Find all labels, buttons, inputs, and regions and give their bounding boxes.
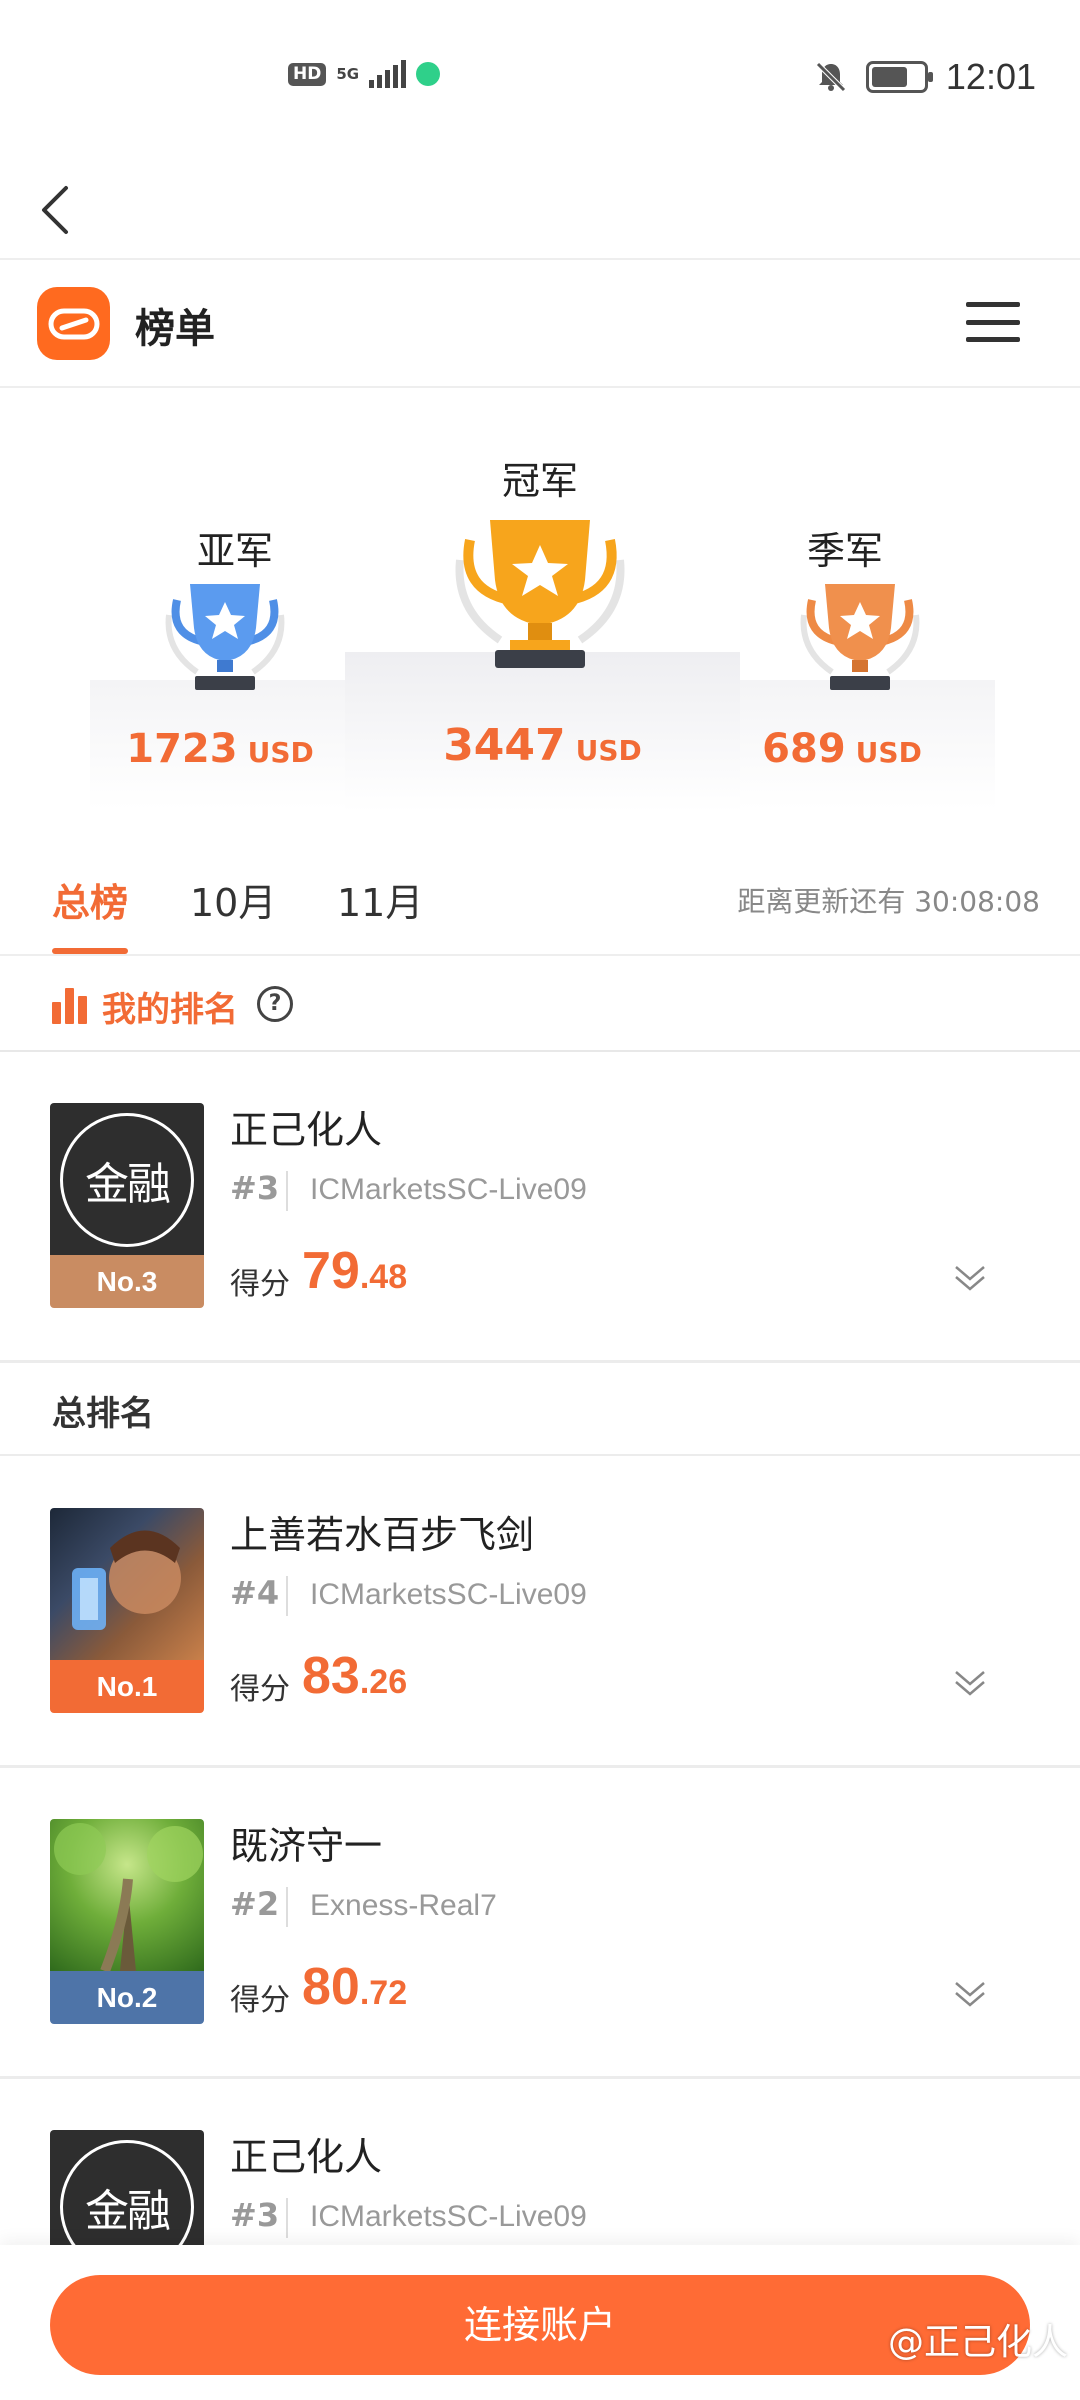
status-bar: HD 5G 12:01 <box>0 0 1080 160</box>
user-rank: #3 <box>230 2196 280 2234</box>
watermark: @正己化人 <box>887 2322 1068 2363</box>
score-label: 得分 <box>230 1983 290 2018</box>
user-rank: #4 <box>230 1574 280 1612</box>
server-name: ICMarketsSC-Live09 <box>310 1578 587 1611</box>
back-icon[interactable] <box>30 160 80 260</box>
champion-amount: 3447 <box>443 720 566 771</box>
third-label: 季军 <box>806 529 883 573</box>
score-label: 得分 <box>230 1672 290 1707</box>
divider <box>286 2198 288 2238</box>
third-prize: 689 USD <box>712 726 972 772</box>
score-decimal: .26 <box>359 1663 408 1701</box>
chevron-down-icon[interactable] <box>952 1668 988 1700</box>
menu-icon[interactable] <box>966 302 1020 342</box>
bronze-trophy-icon <box>800 584 920 690</box>
clock: 12:01 <box>945 56 1036 97</box>
user-rank: #2 <box>230 1885 280 1923</box>
chevron-down-icon[interactable] <box>952 1979 988 2011</box>
avatar: No.1 <box>50 1508 204 1713</box>
server-name: Exness-Real7 <box>310 1889 497 1922</box>
bottom-bar: 连接账户 @正己化人 <box>0 2245 1080 2400</box>
user-name: 正己化人 <box>230 1108 383 1152</box>
user-name: 正己化人 <box>230 2135 383 2179</box>
page-title: 榜单 <box>135 306 215 352</box>
section-overall-ranking: 总排名 <box>0 1362 1080 1456</box>
third-currency: USD <box>855 736 922 769</box>
user-name: 既济守一 <box>230 1824 383 1868</box>
link-logo-icon <box>48 308 99 339</box>
tab-november[interactable]: 11月 <box>337 872 423 927</box>
bell-muted-icon <box>816 62 846 92</box>
score-label: 得分 <box>230 1267 290 1302</box>
rank-badge: No.3 <box>50 1255 204 1308</box>
my-rank-entry[interactable]: 金融 No.3 正己化人 #3 ICMarketsSC-Live09 得分 79… <box>0 1053 1080 1363</box>
help-icon[interactable]: ? <box>257 986 293 1022</box>
bar-chart-icon <box>52 988 88 1024</box>
signal-icon <box>369 60 407 88</box>
gold-trophy-icon <box>455 520 625 668</box>
champion-label: 冠军 <box>501 459 578 503</box>
silver-trophy-icon <box>165 584 285 690</box>
avatar: No.2 <box>50 1819 204 2024</box>
tab-overall[interactable]: 总榜 <box>52 872 128 927</box>
message-notification-icon <box>416 62 441 86</box>
server-name: ICMarketsSC-Live09 <box>310 1173 587 1206</box>
finance-logo: 金融 <box>60 1113 194 1247</box>
champion-prize: 3447 USD <box>400 720 685 771</box>
character-portrait-icon <box>72 1530 181 1630</box>
runner-up-amount: 1723 <box>126 726 238 772</box>
score-value: 83.26 <box>302 1646 407 1706</box>
avatar-image: 金融 <box>50 1103 204 1255</box>
tab-october[interactable]: 10月 <box>190 872 276 927</box>
my-rank-header: 我的排名 ? <box>0 958 1080 1052</box>
avatar-image <box>50 1508 204 1660</box>
runner-up-prize: 1723 USD <box>90 726 350 772</box>
my-rank-label: 我的排名 <box>102 990 238 1030</box>
score-integer: 79 <box>302 1242 360 1300</box>
runner-up-currency: USD <box>247 736 314 769</box>
update-countdown: 距离更新还有 30:08:08 <box>737 885 1040 918</box>
avatar-image <box>50 1819 204 1973</box>
runner-up-label: 亚军 <box>196 529 273 573</box>
server-name: ICMarketsSC-Live09 <box>310 2200 587 2233</box>
tree-photo-icon <box>54 1823 203 1973</box>
battery-icon <box>865 61 933 93</box>
avatar: 金融 No.3 <box>50 1103 204 1308</box>
rank-badge: No.2 <box>50 1971 204 2024</box>
chevron-left-icon <box>42 186 68 234</box>
third-amount: 689 <box>762 726 846 772</box>
top-nav <box>0 160 1080 260</box>
score-value: 80.72 <box>302 1957 407 2017</box>
network-type: 5G <box>336 64 360 83</box>
score-decimal: .72 <box>359 1974 408 2012</box>
score-integer: 80 <box>302 1958 360 2016</box>
app-header: 榜单 <box>0 262 1080 388</box>
ranking-entry[interactable]: No.2 既济守一 #2 Exness-Real7 得分 80.72 <box>0 1769 1080 2079</box>
score-value: 79.48 <box>302 1241 407 1301</box>
divider <box>286 1576 288 1616</box>
champion-currency: USD <box>575 734 642 767</box>
podium: 冠军 亚军 季军 1723 USD 3447 USD 689 USD <box>0 390 1080 820</box>
tab-active-indicator <box>52 948 128 954</box>
hd-badge: HD <box>288 62 327 86</box>
status-right: 12:01 <box>814 56 1036 98</box>
tab-bar: 总榜 10月 11月 距离更新还有 30:08:08 <box>0 840 1080 956</box>
score-decimal: .48 <box>359 1258 408 1296</box>
rank-badge: No.1 <box>50 1660 204 1713</box>
divider <box>286 1171 288 1211</box>
user-name: 上善若水百步飞剑 <box>230 1513 535 1557</box>
ranking-entry[interactable]: No.1 上善若水百步飞剑 #4 ICMarketsSC-Live09 得分 8… <box>0 1458 1080 1768</box>
divider <box>286 1887 288 1927</box>
app-logo <box>37 287 110 360</box>
chevron-down-icon[interactable] <box>952 1263 988 1295</box>
connect-account-button[interactable]: 连接账户 <box>50 2275 1030 2375</box>
section-title: 总排名 <box>52 1394 154 1434</box>
battery-fill <box>871 67 907 87</box>
user-rank: #3 <box>230 1169 280 1207</box>
status-left: HD 5G <box>288 60 441 88</box>
score-integer: 83 <box>302 1647 360 1705</box>
